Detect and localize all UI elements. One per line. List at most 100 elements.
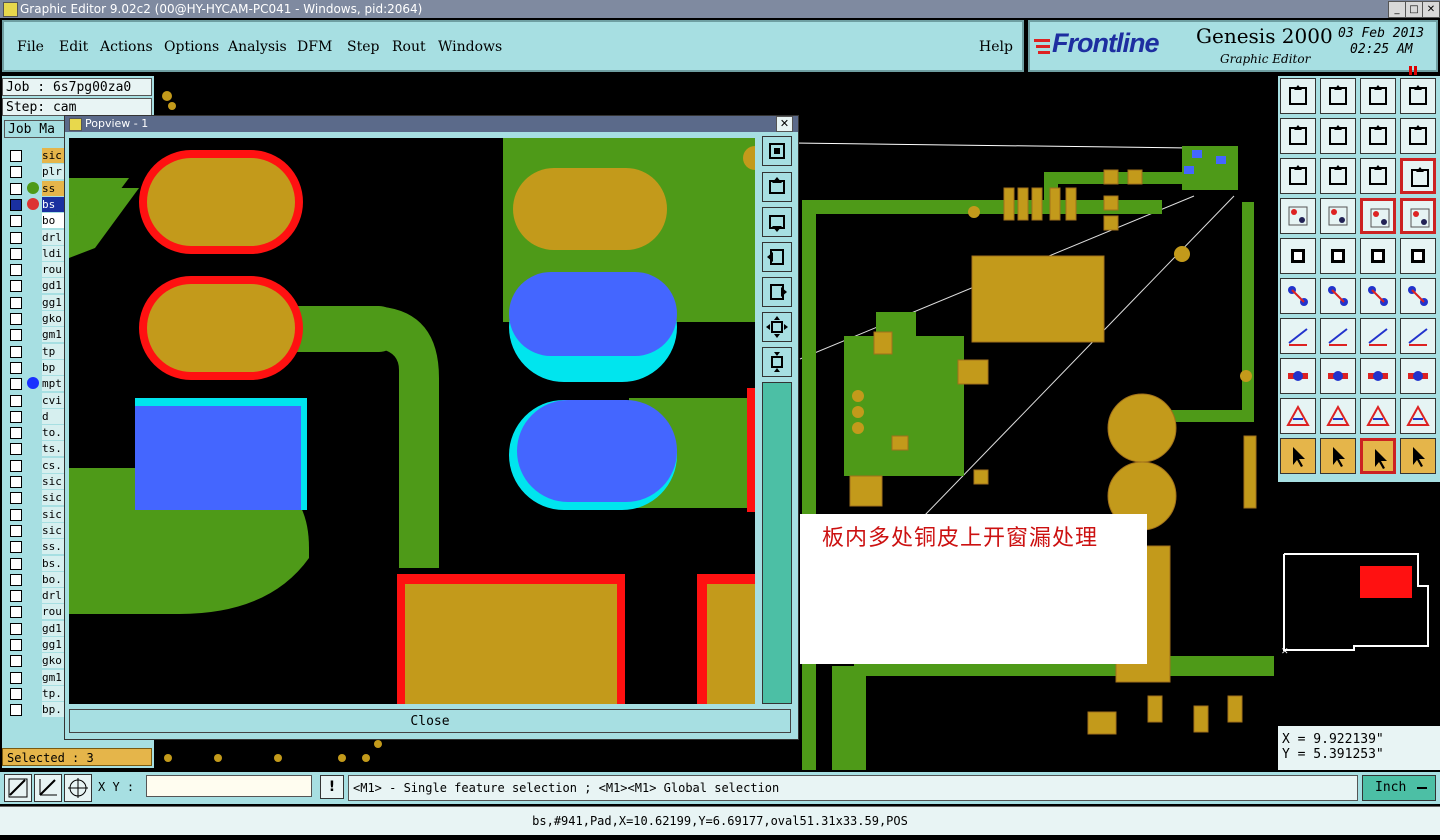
layer-checkbox[interactable] bbox=[10, 410, 22, 423]
snap-icon[interactable] bbox=[1400, 238, 1436, 274]
fit-icon[interactable] bbox=[1280, 158, 1316, 194]
layer-checkbox[interactable] bbox=[10, 541, 22, 554]
layer-row[interactable]: mpt bbox=[6, 376, 68, 392]
select-icon[interactable] bbox=[1280, 438, 1316, 474]
layer-checkbox[interactable] bbox=[10, 247, 22, 260]
layer-checkbox[interactable] bbox=[10, 492, 22, 505]
angle-icon[interactable] bbox=[1280, 318, 1316, 354]
layer-row[interactable]: gd1 bbox=[6, 278, 68, 294]
line-red-icon[interactable] bbox=[1360, 278, 1396, 314]
popview-zoom-home-icon[interactable] bbox=[762, 136, 792, 166]
popview-pan-left-icon[interactable] bbox=[762, 242, 792, 272]
layer-row[interactable]: sic bbox=[6, 474, 68, 490]
layer-row[interactable]: tp. bbox=[6, 685, 68, 702]
layer-row[interactable]: bs bbox=[6, 196, 68, 213]
select-net-icon[interactable] bbox=[1400, 438, 1436, 474]
menu-help[interactable]: Help bbox=[979, 39, 1013, 55]
layer-row[interactable]: bo bbox=[6, 213, 68, 229]
layer-row[interactable]: plr bbox=[6, 164, 68, 180]
menu-edit[interactable]: Edit bbox=[59, 39, 88, 55]
layer-checkbox[interactable] bbox=[10, 296, 22, 309]
popview-pan-down-icon[interactable] bbox=[762, 207, 792, 237]
layer-row[interactable]: sic bbox=[6, 522, 68, 539]
layer-row[interactable]: rou bbox=[6, 262, 68, 278]
popview-pan-right-icon[interactable] bbox=[762, 277, 792, 307]
tri-cross-icon[interactable] bbox=[1400, 398, 1436, 434]
layer-row[interactable]: bo. bbox=[6, 571, 68, 588]
layer-row[interactable]: gm1 bbox=[6, 327, 68, 343]
minimize-button[interactable]: _ bbox=[1388, 1, 1406, 18]
line-blue-icon[interactable] bbox=[1400, 278, 1436, 314]
add-pad-icon[interactable] bbox=[1280, 238, 1316, 274]
layer-checkbox[interactable] bbox=[10, 345, 22, 358]
alert-icon[interactable]: ! bbox=[320, 775, 344, 799]
menu-step[interactable]: Step bbox=[347, 39, 379, 55]
popview-scrollbar[interactable] bbox=[762, 382, 792, 704]
layer-checkbox[interactable] bbox=[10, 313, 22, 325]
tri-red-icon[interactable] bbox=[1280, 398, 1316, 434]
layer-row[interactable]: cs. bbox=[6, 457, 68, 474]
ruler-icon[interactable] bbox=[1360, 238, 1396, 274]
layer-row[interactable]: drl bbox=[6, 588, 68, 604]
layer-row[interactable]: gg1 bbox=[6, 294, 68, 311]
layer-checkbox[interactable] bbox=[10, 427, 22, 440]
layer-checkbox[interactable] bbox=[10, 150, 22, 162]
home-icon[interactable] bbox=[1360, 78, 1396, 114]
layer-checkbox[interactable] bbox=[10, 215, 22, 228]
layer-checkbox[interactable] bbox=[10, 280, 22, 293]
mirror-icon[interactable] bbox=[1400, 118, 1436, 154]
layer-row[interactable]: gg1 bbox=[6, 637, 68, 653]
zoom-home-icon[interactable] bbox=[1280, 78, 1316, 114]
layer-checkbox[interactable] bbox=[10, 166, 22, 179]
zoom-fit-icon[interactable] bbox=[1320, 158, 1356, 194]
layer-row[interactable]: sic bbox=[6, 490, 68, 506]
dimension-icon[interactable] bbox=[1360, 358, 1396, 394]
layer-checkbox[interactable] bbox=[10, 231, 22, 244]
layer-row[interactable]: drl bbox=[6, 229, 68, 246]
layer-checkbox[interactable] bbox=[10, 655, 22, 668]
layer-checkbox[interactable] bbox=[10, 508, 22, 521]
layer-row[interactable]: rou bbox=[6, 604, 68, 620]
grid-snap-icon[interactable] bbox=[64, 774, 92, 802]
diag-line-icon[interactable] bbox=[1320, 318, 1356, 354]
units-select[interactable]: Inch bbox=[1362, 775, 1436, 801]
layer-row[interactable]: sic bbox=[6, 506, 68, 523]
layer-checkbox[interactable] bbox=[10, 476, 22, 488]
rotate-icon[interactable] bbox=[1360, 318, 1396, 354]
popview-zoom-in-icon[interactable] bbox=[762, 312, 792, 342]
close-window-button[interactable]: ✕ bbox=[1422, 1, 1440, 18]
popview-pan-up-icon[interactable] bbox=[762, 172, 792, 202]
layer-row[interactable]: gd1 bbox=[6, 620, 68, 637]
popview-zoom-out-icon[interactable] bbox=[762, 347, 792, 377]
popview-close-button[interactable]: Close bbox=[69, 709, 791, 733]
layer-checkbox[interactable] bbox=[10, 557, 22, 570]
layer-checkbox[interactable] bbox=[10, 671, 22, 684]
layer-row[interactable]: ss. bbox=[6, 539, 68, 555]
layer-row[interactable]: sic bbox=[6, 148, 68, 164]
help-icon[interactable] bbox=[1400, 158, 1436, 194]
select-arrow-icon[interactable] bbox=[1360, 438, 1396, 474]
layer-checkbox[interactable] bbox=[10, 687, 22, 700]
layer-checkbox[interactable] bbox=[10, 378, 22, 391]
layer-red-icon[interactable] bbox=[1400, 198, 1436, 234]
layer-row[interactable]: tp bbox=[6, 343, 68, 360]
layer-row[interactable]: gm1 bbox=[6, 669, 68, 686]
tri-orange-icon[interactable] bbox=[1360, 398, 1396, 434]
popview-canvas[interactable] bbox=[69, 138, 755, 704]
menu-dfm[interactable]: DFM bbox=[297, 39, 332, 55]
menu-file[interactable]: File bbox=[17, 39, 44, 55]
layer-checkbox[interactable] bbox=[10, 264, 22, 277]
pan-right-icon[interactable] bbox=[1320, 118, 1356, 154]
layer-row[interactable]: bs. bbox=[6, 555, 68, 572]
layer-checkbox[interactable] bbox=[10, 459, 22, 472]
job-matrix-button[interactable]: Job Ma bbox=[4, 120, 66, 138]
layer-checkbox[interactable] bbox=[10, 704, 22, 717]
layer-checkbox[interactable] bbox=[10, 573, 22, 586]
pause-icon[interactable] bbox=[1408, 60, 1418, 75]
layer-checkbox[interactable] bbox=[10, 329, 22, 342]
layer-row[interactable]: cvi bbox=[6, 392, 68, 409]
layer-checkbox[interactable] bbox=[10, 443, 22, 456]
cross-icon[interactable] bbox=[1320, 278, 1356, 314]
layer-checkbox[interactable] bbox=[10, 622, 22, 635]
select-box-icon[interactable] bbox=[1320, 438, 1356, 474]
